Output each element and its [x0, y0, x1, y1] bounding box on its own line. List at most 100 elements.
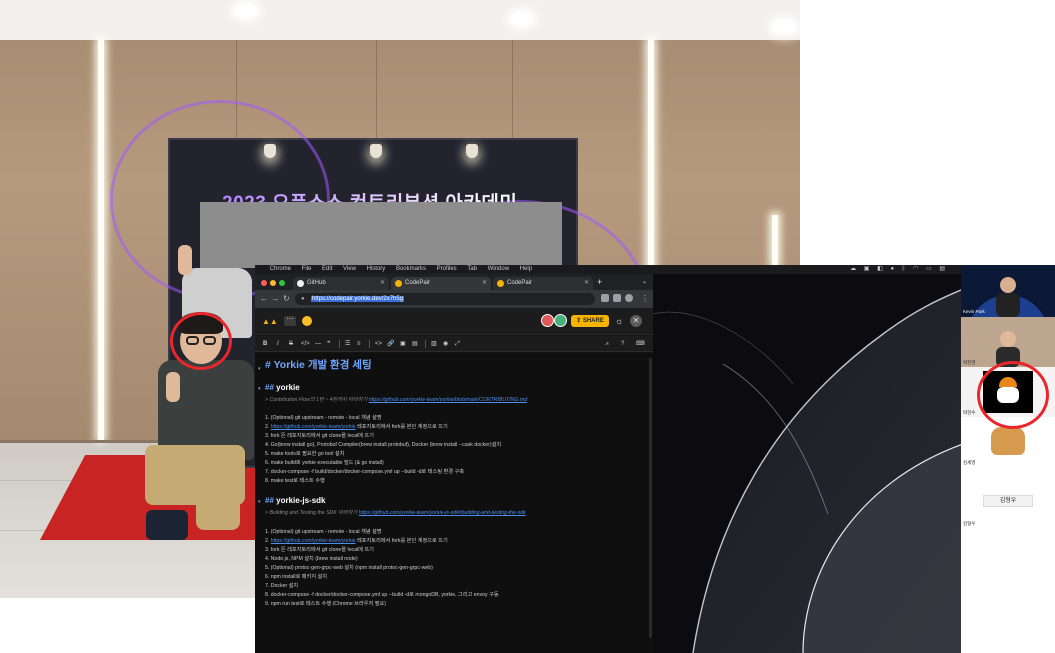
tab-strip: GitHub ✕ CodePair ✕ CodePair ✕ + ⌄: [255, 274, 653, 290]
close-icon[interactable]: ✕: [630, 315, 642, 327]
fold-caret-icon[interactable]: ▾: [258, 366, 261, 374]
menu-item-view[interactable]: View: [343, 265, 356, 274]
fullscreen-button[interactable]: ⤢: [455, 339, 460, 349]
forward-arrow-icon[interactable]: →: [271, 293, 279, 304]
profile-avatar[interactable]: [625, 294, 633, 302]
contributing-link[interactable]: https://github.com/yorkie-team/yorkie/bl…: [369, 397, 527, 403]
horizontal-rule-button[interactable]: —: [315, 339, 321, 349]
heading-2-text: yorkie: [276, 383, 300, 392]
tab-codepair-2[interactable]: CodePair ✕: [493, 277, 593, 290]
theme-toggle-sun-icon[interactable]: ☼: [615, 316, 623, 326]
share-label: SHARE: [582, 318, 604, 324]
menu-item-file[interactable]: File: [302, 265, 312, 274]
bluetooth-icon[interactable]: ᛒ: [902, 266, 906, 272]
keyboard-icon[interactable]: ⌨: [636, 339, 645, 349]
tray-icon[interactable]: ●: [890, 266, 894, 272]
share-button[interactable]: ⇪ SHARE: [571, 315, 609, 327]
ceiling-light: [772, 20, 796, 34]
repo-link[interactable]: https://github.com/yorkie-team/yorkie: [271, 424, 356, 430]
video-participants-panel: Kevin Park 박진영 박현수 김세영 김형우 김형우: [961, 265, 1055, 653]
github-icon: [297, 280, 304, 287]
maximize-window-button[interactable]: [279, 280, 285, 286]
list-item: 2. https://github.com/yorkie-team/yorkie…: [265, 538, 448, 544]
repo-link[interactable]: https://github.com/yorkie-team/yorkie: [271, 538, 356, 544]
table-button[interactable]: ▤: [412, 339, 418, 349]
status-icons: ☁ ▣ ◧ ● ᛒ ◠ ▭ ▤: [850, 265, 945, 274]
strikethrough-button[interactable]: S: [289, 339, 293, 349]
close-window-button[interactable]: [261, 280, 267, 286]
participant-name-badge: 김형우: [983, 495, 1033, 507]
codepair-logo-icon[interactable]: ▲▲: [262, 317, 278, 326]
close-tab-icon[interactable]: ✕: [380, 277, 385, 290]
participant-tile[interactable]: Kevin Park: [961, 265, 1055, 317]
wifi-icon[interactable]: ◠: [913, 266, 918, 272]
reload-icon[interactable]: ↻: [283, 293, 290, 304]
chart-icon[interactable]: ⩘: [605, 339, 608, 349]
image-button[interactable]: ▣: [400, 339, 406, 349]
tab-codepair-1[interactable]: CodePair ✕: [391, 277, 491, 290]
highlight-circle: [977, 361, 1049, 429]
avatar-toast: [991, 427, 1025, 455]
heading-2-yorkie-js-sdk: ## yorkie-js-sdk: [265, 496, 326, 505]
italic-button[interactable]: I: [277, 339, 279, 349]
menu-item-window[interactable]: Window: [488, 265, 509, 274]
help-icon[interactable]: ?: [621, 339, 624, 349]
sidebar-icon[interactable]: [613, 294, 621, 302]
collaborator-avatar: [554, 314, 567, 327]
markdown-editor[interactable]: ▾ # Yorkie 개발 환경 세팅 ▾ ## yorkie > Contri…: [255, 353, 653, 653]
menu-item-chrome[interactable]: Chrome: [270, 265, 291, 274]
participant-name: 김세영: [963, 460, 976, 465]
fold-caret-icon[interactable]: ▾: [258, 386, 261, 394]
bullet-list-button[interactable]: ☰: [345, 339, 350, 349]
codepair-icon: [395, 280, 402, 287]
code-block-button[interactable]: <>: [375, 339, 382, 349]
sdk-readme-link[interactable]: https://github.com/yorkie-team/yorkie-js…: [359, 510, 526, 516]
emoji-icon[interactable]: [302, 316, 312, 326]
close-tab-icon[interactable]: ✕: [482, 277, 487, 290]
back-arrow-icon[interactable]: ←: [260, 293, 268, 304]
ordered-list-button[interactable]: ≡: [357, 339, 361, 349]
list-item: 8. docker-compose -f docker/docker-compo…: [265, 592, 499, 598]
menu-item-edit[interactable]: Edit: [322, 265, 332, 274]
ceiling-light: [510, 12, 534, 26]
url-input[interactable]: ● https://codepair.yorkie.dev/2x7h5g: [295, 293, 595, 305]
more-options-button[interactable]: ⋯: [284, 316, 296, 326]
participant-name: 박진영: [963, 360, 976, 365]
heading-1-text: Yorkie 개발 환경 세팅: [273, 359, 372, 371]
link-button[interactable]: 🔗: [387, 339, 394, 349]
editor-scrollbar[interactable]: [649, 358, 652, 638]
tab-search-chevron-icon[interactable]: ⌄: [642, 278, 647, 285]
battery-icon[interactable]: ▭: [926, 266, 932, 272]
control-center-icon[interactable]: ▤: [939, 266, 945, 272]
extensions-icon[interactable]: [601, 294, 609, 302]
bold-button[interactable]: B: [263, 339, 267, 349]
browser-menu-icon[interactable]: ⋮: [641, 293, 649, 304]
menu-item-help[interactable]: Help: [520, 265, 532, 274]
menu-item-tab[interactable]: Tab: [467, 265, 477, 274]
preview-button[interactable]: ◉: [443, 339, 448, 349]
code-inline-button[interactable]: </>: [301, 339, 310, 349]
quote-button[interactable]: ❝: [327, 339, 330, 349]
tab-github[interactable]: GitHub ✕: [293, 277, 389, 290]
tray-icon[interactable]: ▣: [864, 266, 870, 272]
list-item: 3. fork 뜬 레포지토리에서 git clone을 local에 뜨기: [265, 433, 374, 439]
wall-light-strip: [98, 40, 104, 440]
heading-2-text: yorkie-js-sdk: [276, 496, 326, 505]
tray-icon[interactable]: ◧: [877, 266, 883, 272]
close-tab-icon[interactable]: ✕: [584, 277, 589, 290]
menu-item-profiles[interactable]: Profiles: [437, 265, 457, 274]
participant-name: 박현수: [963, 410, 976, 415]
toolbar-divider: [339, 340, 340, 348]
menu-item-history[interactable]: History: [367, 265, 386, 274]
list-item: 8. make test로 테스트 수행: [265, 478, 325, 484]
tray-icon[interactable]: ☁: [850, 266, 856, 272]
chrome-window: GitHub ✕ CodePair ✕ CodePair ✕ + ⌄ ← → ↻…: [255, 274, 653, 653]
editor-toolbar: B I S </> — ❝ ☰ ≡ <> 🔗 ▣ ▤ ▥ ◉ ⤢ ⩘ ? ⌨: [255, 336, 653, 352]
new-tab-button[interactable]: +: [597, 277, 602, 288]
fold-caret-icon[interactable]: ▾: [258, 499, 261, 507]
participant-tile[interactable]: 박진영: [961, 317, 1055, 367]
codepair-header: ▲▲ ⋯ ⇪ SHARE ☼ ✕: [255, 308, 653, 335]
menu-item-bookmarks[interactable]: Bookmarks: [396, 265, 426, 274]
minimize-window-button[interactable]: [270, 280, 276, 286]
split-view-button[interactable]: ▥: [431, 339, 437, 349]
